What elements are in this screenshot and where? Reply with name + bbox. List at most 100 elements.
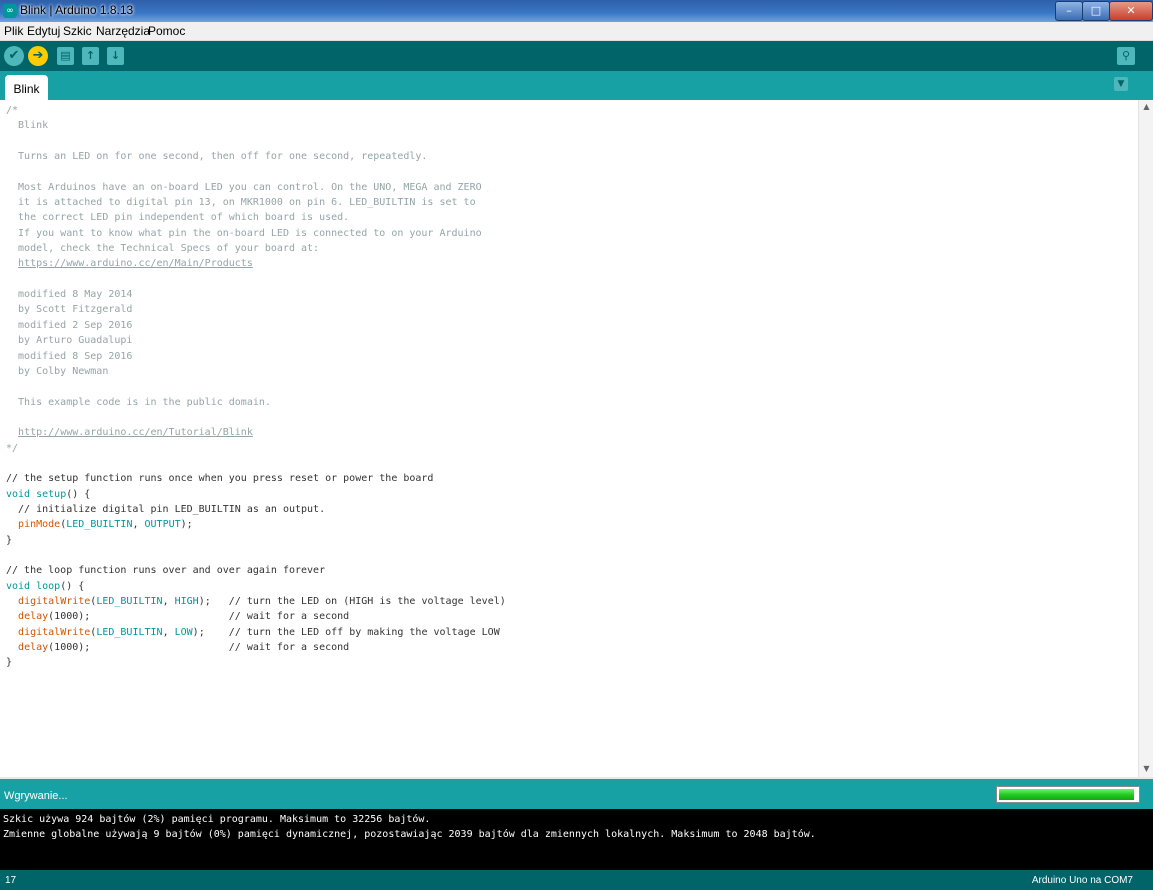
- code-token: the correct LED pin independent of which…: [6, 212, 350, 224]
- code-token: (1000); // wait for a second: [48, 642, 350, 654]
- code-token: // the setup function runs once when you…: [6, 473, 434, 485]
- code-line: // the setup function runs once when you…: [6, 471, 506, 486]
- output-console[interactable]: Szkic używa 924 bajtów (2%) pamięci prog…: [0, 809, 1153, 870]
- code-token: digitalWrite: [18, 626, 91, 638]
- serial-monitor-button[interactable]: ⚲: [1117, 47, 1135, 65]
- code-token: http://www.arduino.cc/en/Tutorial/Blink: [18, 427, 253, 439]
- code-token: ,: [132, 519, 145, 531]
- minimize-button[interactable]: –: [1055, 1, 1083, 21]
- code-line: it is attached to digital pin 13, on MKR…: [6, 195, 506, 210]
- code-line: delay(1000); // wait for a second: [6, 640, 506, 655]
- verify-button[interactable]: ✔: [4, 46, 24, 66]
- arrow-up-icon: ↑: [85, 49, 96, 62]
- tab-menu-button[interactable]: ▼: [1114, 77, 1128, 91]
- save-sketch-button[interactable]: ↓: [107, 47, 124, 65]
- upload-button[interactable]: ➔: [28, 46, 48, 66]
- window-title: Blink | Arduino 1.8.13: [20, 3, 134, 17]
- code-token: Most Arduinos have an on-board LED you c…: [6, 181, 482, 193]
- code-line: Turns an LED on for one second, then off…: [6, 149, 506, 164]
- close-button[interactable]: ✕: [1109, 1, 1153, 21]
- code-token: LED_BUILTIN: [96, 596, 163, 607]
- code-line: pinMode(LED_BUILTIN, OUTPUT);: [6, 517, 506, 532]
- code-token: LED_BUILTIN: [96, 626, 163, 638]
- code-token: }: [6, 534, 13, 546]
- code-line: digitalWrite(LED_BUILTIN, HIGH); // turn…: [6, 594, 506, 609]
- code-token: ,: [162, 596, 175, 607]
- menu-item-file[interactable]: Plik: [4, 24, 23, 38]
- console-line: Zmienne globalne używają 9 bajtów (0%) p…: [3, 829, 816, 840]
- maximize-button[interactable]: □: [1082, 1, 1110, 21]
- code-token: LED_BUILTIN: [66, 519, 133, 531]
- scroll-down-icon[interactable]: ▼: [1142, 764, 1151, 773]
- code-line: http://www.arduino.cc/en/Tutorial/Blink: [6, 425, 506, 440]
- code-line: the correct LED pin independent of which…: [6, 210, 506, 225]
- code-token: () {: [60, 580, 85, 592]
- footer-bar: 17 Arduino Uno na COM7: [0, 870, 1153, 890]
- progress-fill: [999, 789, 1135, 800]
- magnifier-icon: ⚲: [1121, 49, 1131, 62]
- code-line: }: [6, 533, 506, 548]
- code-token: digitalWrite: [18, 596, 91, 607]
- code-token: model, check the Technical Specs of your…: [6, 243, 320, 255]
- code-line: https://www.arduino.cc/en/Main/Products: [6, 256, 506, 271]
- code-line: This example code is in the public domai…: [6, 395, 506, 410]
- code-token: ,: [162, 626, 175, 638]
- code-token: void: [6, 488, 31, 500]
- new-sketch-button[interactable]: ▤: [57, 47, 74, 65]
- code-token: If you want to know what pin the on-boar…: [6, 227, 482, 239]
- menu-item-tools[interactable]: Narzędzia: [96, 24, 150, 38]
- tab-bar: Blink ▼: [0, 71, 1153, 100]
- code-token: loop: [36, 580, 61, 592]
- code-token: */: [6, 442, 19, 454]
- code-token: modified 2 Sep 2016: [6, 319, 133, 331]
- code-line: delay(1000); // wait for a second: [6, 609, 506, 624]
- window-titlebar[interactable]: ∞ Blink | Arduino 1.8.13 – □ ✕: [0, 0, 1153, 22]
- code-token: }: [6, 657, 13, 669]
- code-line: by Arturo Guadalupi: [6, 333, 506, 348]
- code-editor[interactable]: /* Blink Turns an LED on for one second,…: [0, 100, 1138, 777]
- code-token: // the loop function runs over and over …: [6, 565, 326, 577]
- cursor-line-number: 17: [5, 875, 17, 886]
- code-line: }: [6, 655, 506, 670]
- code-line: void setup() {: [6, 487, 506, 502]
- code-token: https://www.arduino.cc/en/Main/Products: [18, 258, 253, 270]
- checkmark-icon: ✔: [8, 48, 20, 63]
- arrow-right-icon: ➔: [32, 48, 44, 63]
- tab-blink[interactable]: Blink: [5, 75, 48, 100]
- board-port-info: Arduino Uno na COM7: [1031, 875, 1133, 886]
- toolbar: ✔ ➔ ▤ ↑ ↓ ⚲: [0, 41, 1153, 71]
- open-sketch-button[interactable]: ↑: [82, 47, 99, 65]
- code-line: modified 2 Sep 2016: [6, 318, 506, 333]
- code-token: delay: [18, 642, 49, 654]
- code-line: // initialize digital pin LED_BUILTIN as…: [6, 502, 506, 517]
- code-line: model, check the Technical Specs of your…: [6, 241, 506, 256]
- code-token: ); // turn the LED on (HIGH is the volta…: [198, 596, 506, 607]
- code-line: If you want to know what pin the on-boar…: [6, 226, 506, 241]
- menu-item-help[interactable]: Pomoc: [148, 24, 185, 38]
- code-text: /* Blink Turns an LED on for one second,…: [6, 103, 506, 671]
- code-token: delay: [18, 611, 49, 623]
- code-line: // the loop function runs over and over …: [6, 563, 506, 578]
- code-token: // initialize digital pin LED_BUILTIN as…: [6, 503, 326, 515]
- code-token: setup: [36, 488, 67, 500]
- code-line: /*: [6, 103, 506, 118]
- code-line: void loop() {: [6, 579, 506, 594]
- upload-progress-bar: [996, 786, 1140, 803]
- menu-item-edit[interactable]: Edytuj: [27, 24, 60, 38]
- code-line: Blink: [6, 118, 506, 133]
- scroll-up-icon[interactable]: ▲: [1142, 102, 1151, 111]
- menu-item-sketch[interactable]: Szkic: [63, 24, 92, 38]
- code-token: modified 8 May 2014: [6, 289, 133, 301]
- chevron-down-icon: ▼: [1117, 79, 1125, 89]
- editor-scrollbar[interactable]: ▲ ▼: [1138, 100, 1153, 777]
